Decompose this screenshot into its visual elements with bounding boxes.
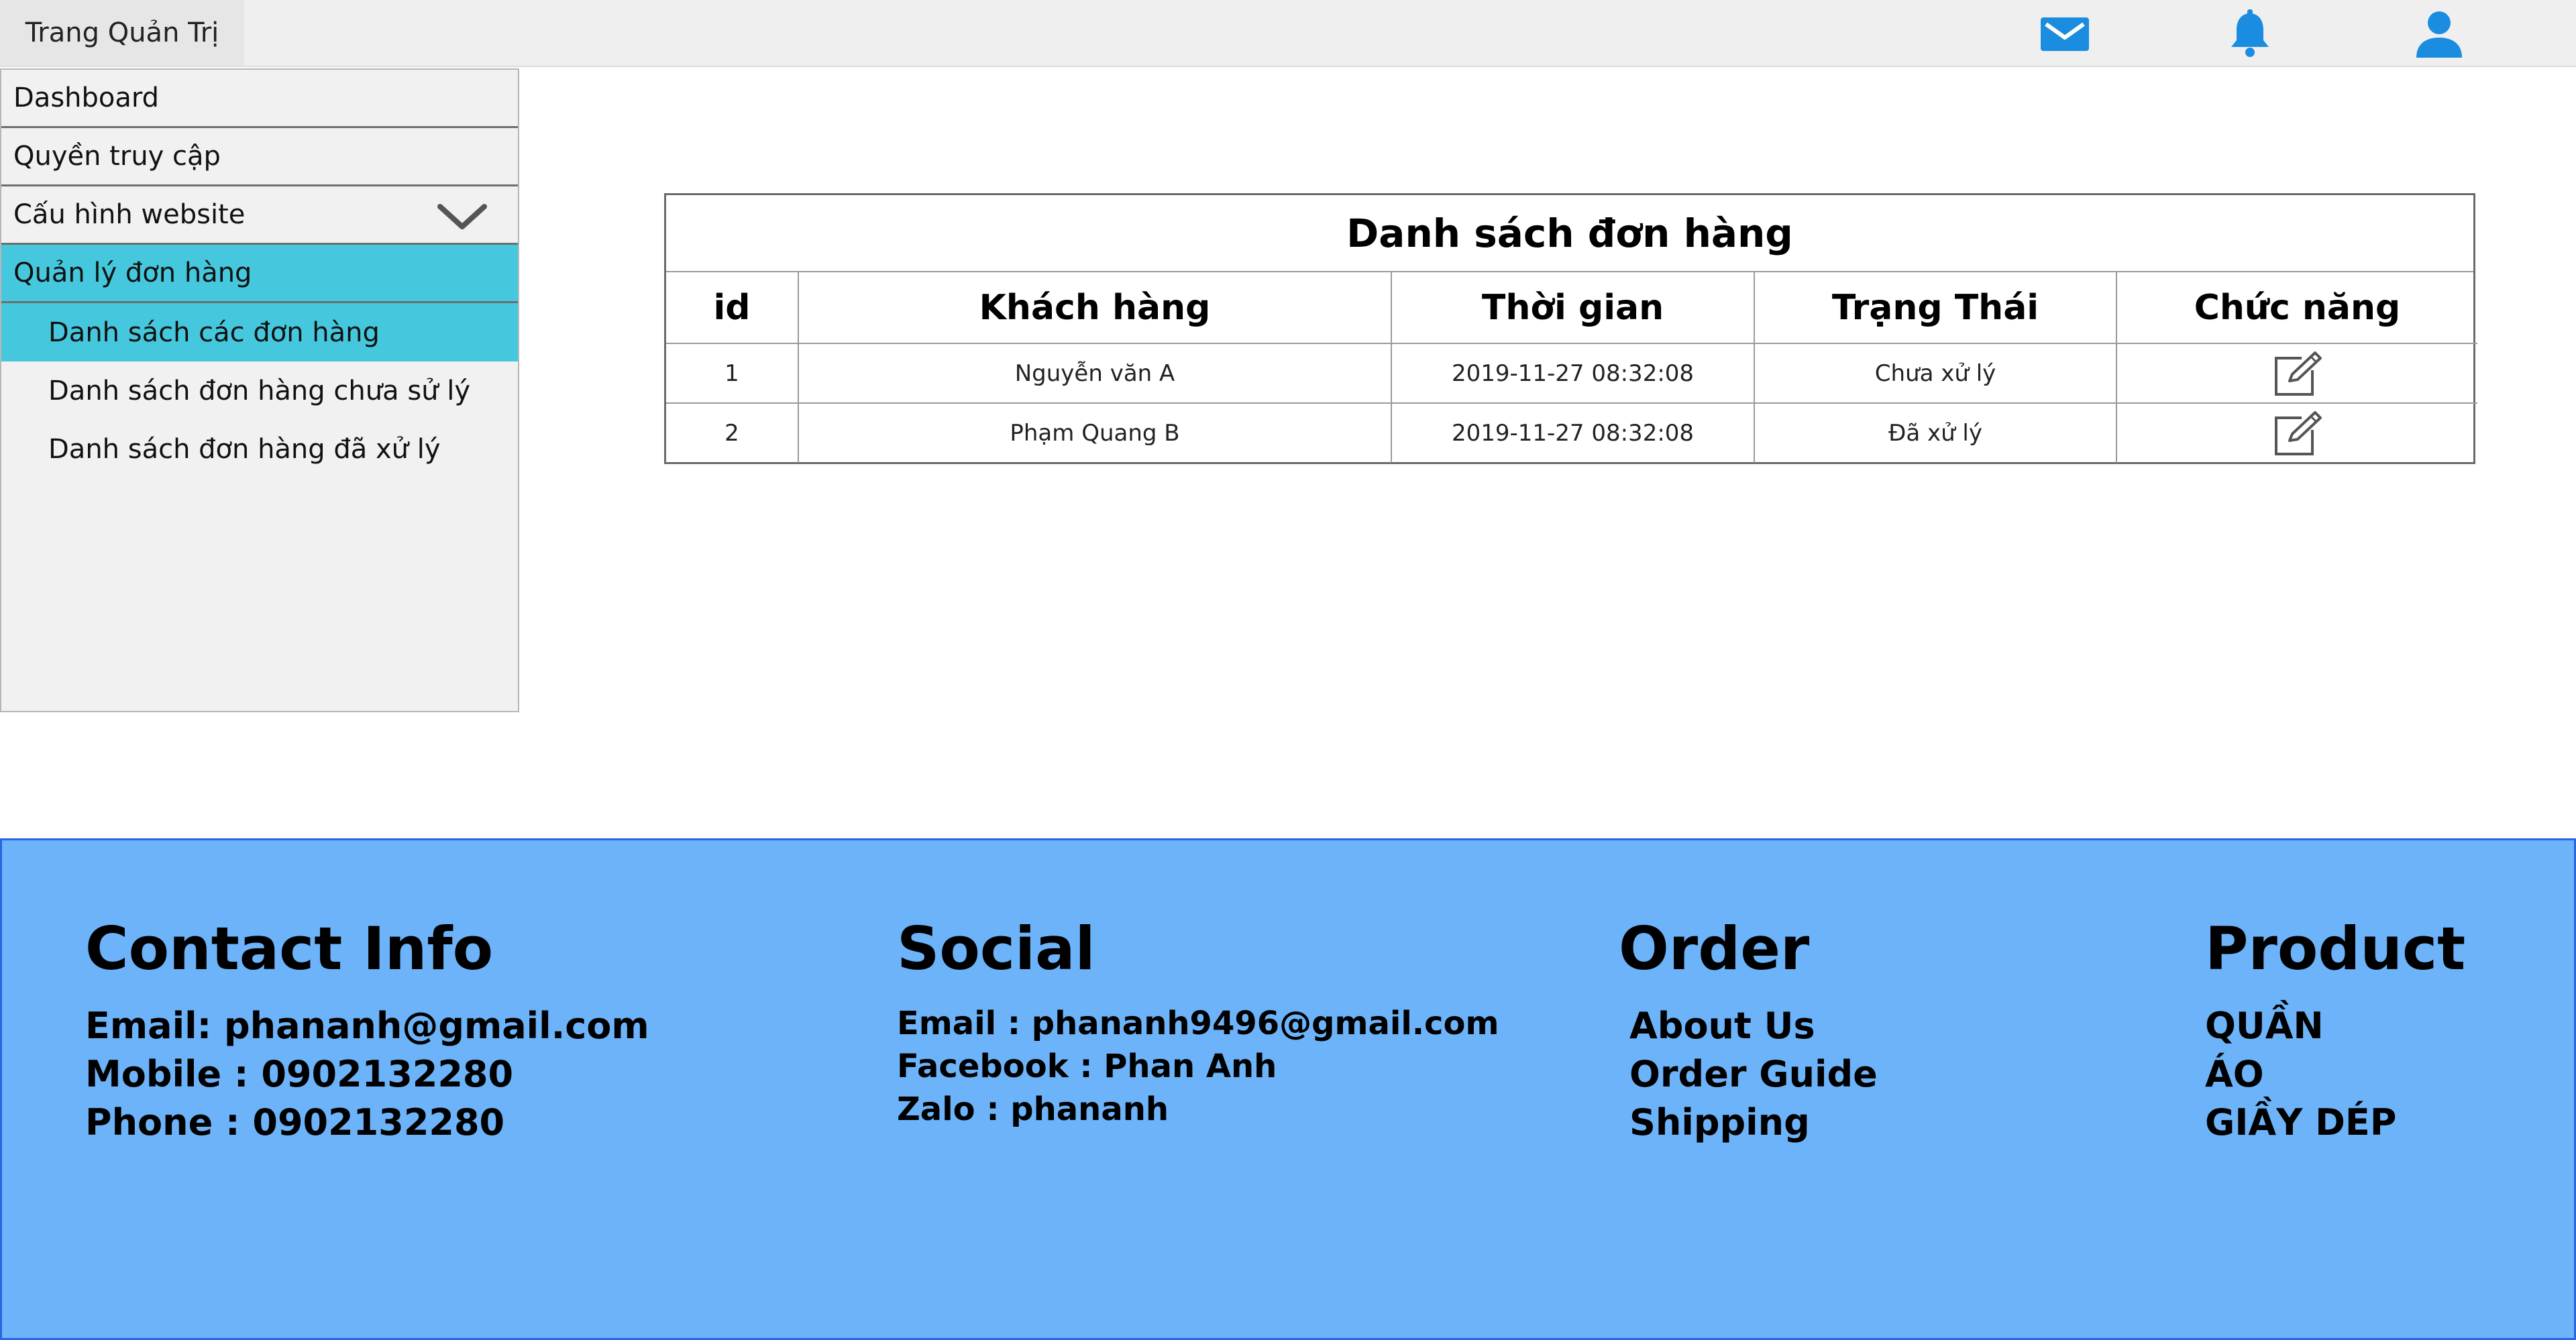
cell-actions (2116, 343, 2477, 404)
column-header-time: Thời gian (1391, 272, 1755, 344)
footer-contact-phone: Phone : 0902132280 (85, 1101, 505, 1143)
sidebar-subitem-all-orders[interactable]: Danh sách các đơn hàng (1, 303, 518, 361)
edit-icon[interactable] (2272, 350, 2323, 397)
footer-product-title: Product (2205, 914, 2466, 983)
cell-status: Đã xử lý (1754, 403, 2117, 463)
sidebar-item-dashboard[interactable]: Dashboard (1, 70, 518, 128)
top-bar: Trang Quản Trị (0, 0, 2576, 67)
sidebar-item-label: Cấu hình website (13, 199, 246, 230)
cell-customer: Nguyễn văn A (798, 343, 1392, 404)
cell-customer: Phạm Quang B (798, 403, 1392, 463)
mail-icon[interactable] (2039, 9, 2090, 58)
footer-order-column: Order About Us Order Guide Shipping (1619, 914, 1878, 1147)
brand-title[interactable]: Trang Quản Trị (0, 0, 244, 66)
table-row: 1 Nguyễn văn A 2019-11-27 08:32:08 Chưa … (666, 343, 2477, 404)
cell-time: 2019-11-27 08:32:08 (1391, 403, 1755, 463)
cell-id: 1 (666, 343, 799, 404)
footer-social-email: Email : phananh9496@gmail.com (897, 1005, 1499, 1042)
cell-id: 2 (666, 403, 799, 463)
sidebar-item-access[interactable]: Quyền truy cập (1, 128, 518, 186)
footer-social-zalo: Zalo : phananh (897, 1091, 1169, 1128)
chevron-down-icon[interactable] (436, 201, 488, 232)
sidebar-item-order-management[interactable]: Quản lý đơn hàng (1, 245, 518, 303)
edit-icon[interactable] (2272, 410, 2323, 457)
sidebar-subitem-label: Danh sách các đơn hàng (48, 317, 380, 348)
sidebar-subitem-label: Danh sách đơn hàng chưa sử lý (48, 375, 471, 406)
footer: Contact Info Email: phananh@gmail.com Mo… (0, 838, 2576, 1340)
table-row: 2 Phạm Quang B 2019-11-27 08:32:08 Đã xử… (666, 403, 2477, 463)
sidebar: Dashboard Quyền truy cập Cấu hình websit… (0, 68, 519, 712)
footer-contact-mobile: Mobile : 0902132280 (85, 1053, 514, 1095)
footer-contact-title: Contact Info (85, 914, 494, 983)
orders-table-panel: Danh sách đơn hàng id Khách hàng Thời gi… (664, 193, 2477, 464)
column-header-id: id (666, 272, 799, 344)
sidebar-item-label: Quản lý đơn hàng (13, 258, 252, 288)
footer-link-shipping[interactable]: Shipping (1619, 1099, 1878, 1147)
footer-link-order-guide[interactable]: Order Guide (1619, 1050, 1878, 1099)
footer-link-pants[interactable]: QUẦN (2205, 1002, 2465, 1050)
orders-table-title: Danh sách đơn hàng (666, 195, 2473, 272)
footer-social-title: Social (897, 914, 1095, 983)
cell-actions (2116, 403, 2477, 463)
footer-contact-column: Contact Info Email: phananh@gmail.com Mo… (85, 914, 649, 1147)
orders-table: id Khách hàng Thời gian Trạng Thái Chức … (666, 272, 2477, 463)
column-header-actions: Chức năng (2116, 272, 2477, 344)
cell-status: Chưa xử lý (1754, 343, 2117, 404)
column-header-customer: Khách hàng (798, 272, 1392, 344)
footer-order-title: Order (1619, 914, 1810, 983)
footer-link-shoes[interactable]: GIẦY DÉP (2205, 1099, 2465, 1147)
footer-link-shirts[interactable]: ÁO (2205, 1050, 2465, 1099)
sidebar-item-website-config[interactable]: Cấu hình website (1, 186, 518, 245)
sidebar-item-label: Quyền truy cập (13, 141, 221, 172)
footer-contact-email: Email: phananh@gmail.com (85, 1005, 649, 1047)
sidebar-item-label: Dashboard (13, 82, 160, 113)
footer-social-column: Social Email : phananh9496@gmail.com Fac… (897, 914, 1499, 1131)
sidebar-subitem-pending-orders[interactable]: Danh sách đơn hàng chưa sử lý (1, 361, 518, 420)
sidebar-subitem-label: Danh sách đơn hàng đã xử lý (48, 433, 441, 465)
sidebar-subitem-processed-orders[interactable]: Danh sách đơn hàng đã xử lý (1, 420, 518, 478)
footer-link-about-us[interactable]: About Us (1619, 1002, 1878, 1050)
footer-social-facebook: Facebook : Phan Anh (897, 1048, 1277, 1085)
user-icon[interactable] (2414, 9, 2465, 58)
table-header-row: id Khách hàng Thời gian Trạng Thái Chức … (666, 272, 2477, 344)
footer-product-column: Product QUẦN ÁO GIẦY DÉP (2205, 914, 2465, 1147)
column-header-status: Trạng Thái (1754, 272, 2117, 344)
bell-icon[interactable] (2224, 9, 2275, 58)
cell-time: 2019-11-27 08:32:08 (1391, 343, 1755, 404)
